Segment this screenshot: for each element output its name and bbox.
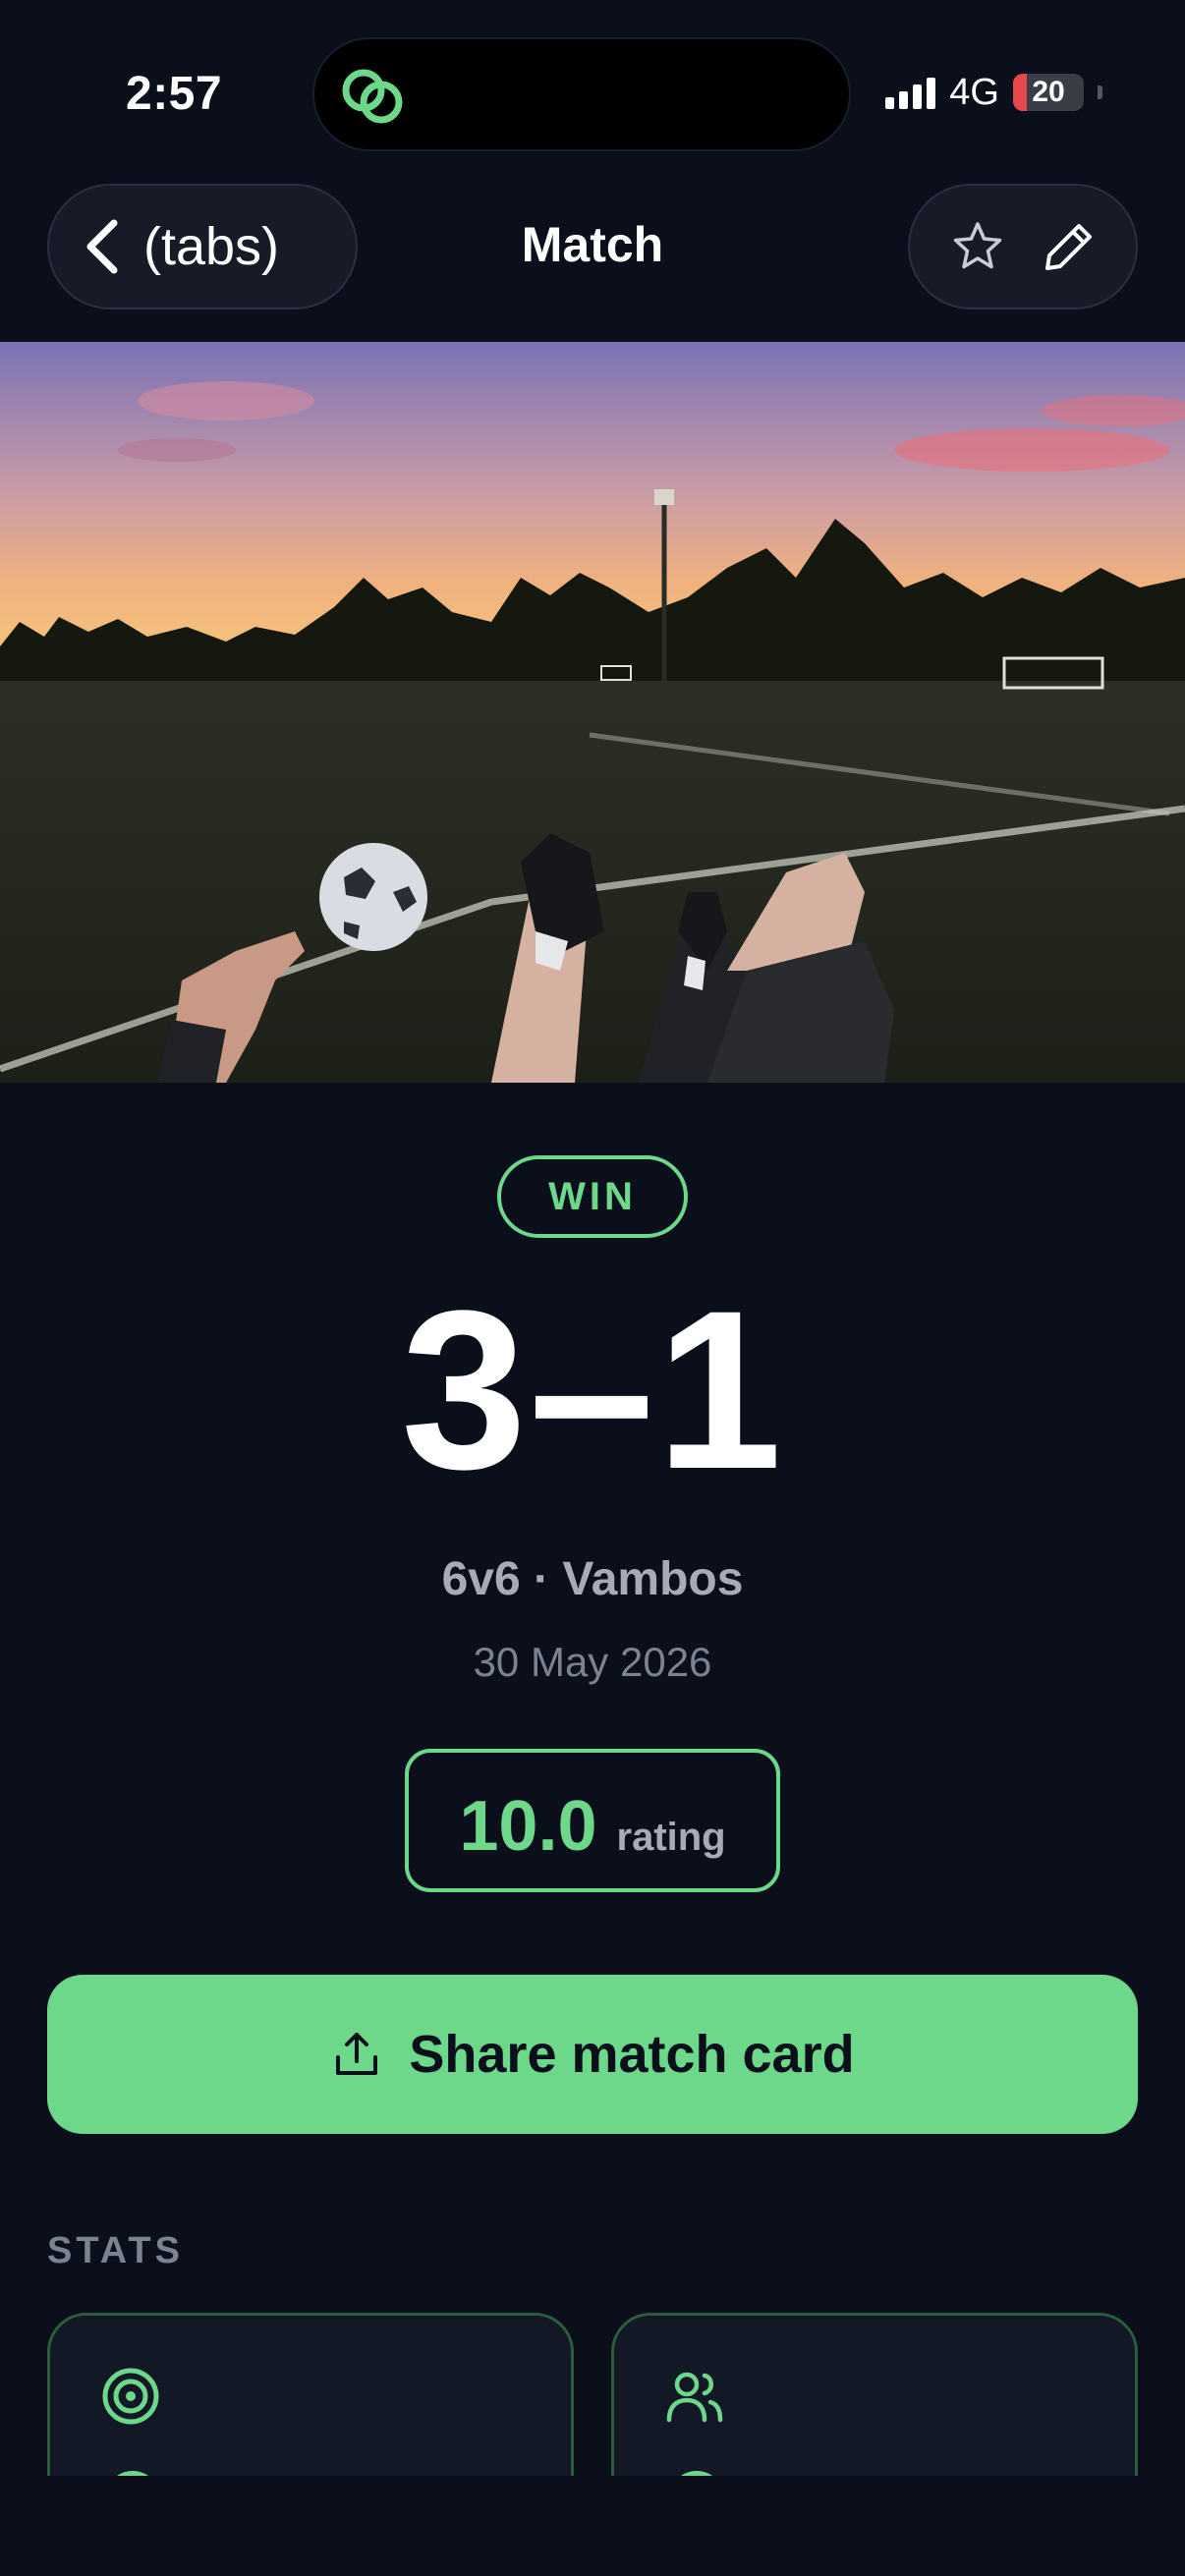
match-score: 3–1 [401,1263,784,1516]
target-icon [102,2368,159,2425]
cellular-signal-icon [885,76,936,109]
bottom-edge [0,2476,1185,2576]
chain-link-app-icon [342,69,403,124]
status-time: 2:57 [126,68,223,120]
match-photo [0,342,1185,1083]
share-button-label: Share match card [409,2025,855,2084]
battery-icon: 20 [1013,74,1084,111]
share-match-card-button[interactable]: Share match card [47,1975,1138,2134]
dynamic-island [312,37,851,151]
match-detail-screen: 2:57 4G 20 (tabs) Match WIN 3–1 6v6 · Va… [0,0,1185,2576]
battery-level: 20 [1032,76,1065,108]
rating-badge: 10.0 rating [405,1749,780,1892]
match-format-team: 6v6 · Vambos [441,1553,744,1605]
battery-cap [1098,85,1102,99]
battery-fill [1013,74,1028,111]
users-icon [666,2372,723,2423]
star-icon[interactable] [950,219,1005,274]
stats-section-label: STATS [47,2230,184,2271]
rating-label: rating [616,1816,726,1859]
network-type: 4G [949,71,999,113]
pencil-icon[interactable] [1042,219,1097,274]
result-badge: WIN [497,1155,688,1238]
nav-actions [908,184,1138,309]
match-date: 30 May 2026 [473,1639,712,1685]
upload-icon [336,2033,378,2075]
status-indicators: 4G 20 [885,71,1102,114]
rating-value: 10.0 [459,1787,597,1866]
